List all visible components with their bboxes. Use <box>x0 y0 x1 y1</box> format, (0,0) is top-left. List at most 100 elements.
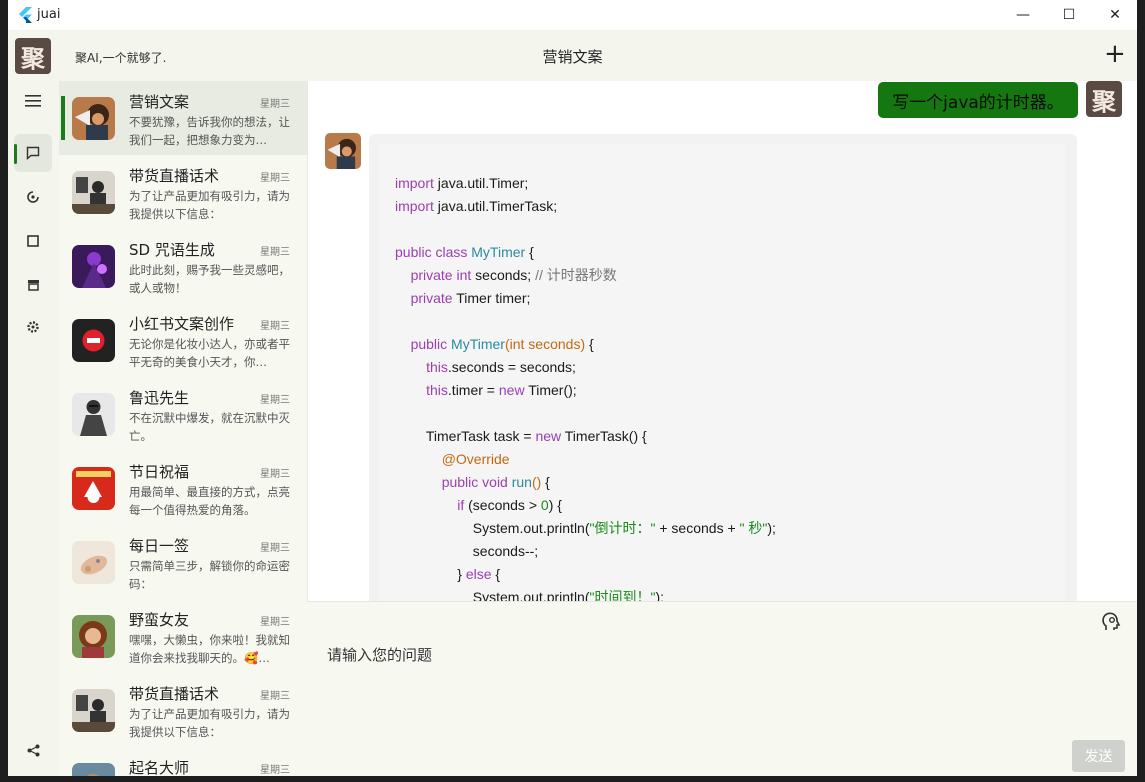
code-line-14: seconds--; <box>395 543 539 559</box>
code-text: import java.util.Timer; import java.util.… <box>395 172 776 601</box>
new-chat-button[interactable]: + <box>1104 39 1126 69</box>
chat-name: 起名大师 <box>129 759 190 776</box>
code-line-2: import java.util.TimerTask; <box>395 198 558 214</box>
chat-name: 带货直播话术 <box>129 685 220 703</box>
chat-avatar <box>72 763 115 776</box>
chat-item[interactable]: 每日一签 星期三 只需简单三步，解锁你的命运密码： <box>59 525 307 599</box>
title-bar: juai — ☐ ✕ <box>8 0 1137 30</box>
chat-avatar <box>72 467 115 510</box>
chat-avatar <box>72 615 115 658</box>
chat-avatar <box>72 171 115 214</box>
chat-day: 星期三 <box>260 247 290 258</box>
chat-day: 星期三 <box>260 173 290 184</box>
chat-preview: 为了让产品更加有吸引力，请为我提供以下信息： <box>129 189 290 221</box>
square-icon[interactable] <box>14 222 52 260</box>
chat-item[interactable]: 营销文案 星期三 不要犹豫，告诉我你的想法，让我们一起，把想象力变为… <box>59 81 307 155</box>
chat-name: 营销文案 <box>129 93 190 111</box>
code-line-12: if (seconds > 0) { <box>457 497 562 513</box>
settings-icon[interactable] <box>14 308 52 346</box>
chat-day: 星期三 <box>260 321 290 332</box>
selected-indicator <box>61 96 65 140</box>
chat-avatar <box>72 689 115 732</box>
code-line-5: private Timer timer; <box>410 290 531 306</box>
chat-item[interactable]: 起名大师 星期三 <box>59 747 307 776</box>
chat-item[interactable]: 小红书文案创作 星期三 无论你是化妆小达人，亦或者平平无奇的美食小天才，你… <box>59 303 307 377</box>
chat-avatar <box>72 97 115 140</box>
chat-preview: 嘿嘿，大懒虫，你来啦！我就知道你会来找我聊天的。🥰… <box>129 633 290 665</box>
share-icon[interactable] <box>14 731 52 769</box>
chat-preview: 只需简单三步，解锁你的命运密码： <box>129 559 290 591</box>
code-line-7: this.seconds = seconds; <box>426 359 576 375</box>
maximize-icon: ☐ <box>1062 7 1076 23</box>
chat-preview: 无论你是化妆小达人，亦或者平平无奇的美食小天才，你… <box>129 337 290 369</box>
send-button[interactable]: 发送 <box>1072 740 1125 772</box>
app-window: juai — ☐ ✕ 聚 聚AI,一个就够了. 营销文案 + 营销文案 星期三 … <box>8 0 1137 776</box>
code-block: import java.util.Timer; import java.util.… <box>379 144 1065 601</box>
store-icon[interactable] <box>14 266 52 304</box>
chat-preview: 此时此刻，赐予我一些灵感吧，或人或物！ <box>129 263 290 295</box>
code-line-4: private int seconds; // 计时器秒数 <box>410 267 617 283</box>
code-line-9: TimerTask task = new TimerTask() { <box>395 428 647 444</box>
close-icon: ✕ <box>1109 7 1121 23</box>
message-input[interactable]: 请输入您的问题 <box>327 644 432 665</box>
code-line-16: System.out.println("时间到！"); <box>395 589 665 601</box>
chat-day: 星期三 <box>260 469 290 480</box>
chat-name: 带货直播话术 <box>129 167 220 185</box>
brain-head-icon[interactable] <box>1101 612 1123 634</box>
close-button[interactable]: ✕ <box>1092 0 1137 30</box>
bot-avatar <box>325 133 361 169</box>
code-line-10: @Override <box>441 451 510 467</box>
chat-preview: 为了让产品更加有吸引力，请为我提供以下信息： <box>129 707 290 739</box>
flutter-logo-icon <box>19 7 32 23</box>
chat-day: 星期三 <box>260 691 290 702</box>
chat-day: 星期三 <box>260 765 290 776</box>
active-indicator <box>14 144 17 164</box>
code-line-6: public MyTimer(int seconds) { <box>410 336 594 352</box>
chat-item[interactable]: 带货直播话术 星期三 为了让产品更加有吸引力，请为我提供以下信息： <box>59 673 307 747</box>
chat-avatar <box>72 319 115 362</box>
chat-name: 鲁迅先生 <box>129 389 190 407</box>
chat-name: 每日一签 <box>129 537 190 555</box>
app-title: juai <box>37 7 61 22</box>
menu-icon[interactable] <box>14 82 52 120</box>
chat-name: 节日祝福 <box>129 463 190 481</box>
chat-avatar <box>72 393 115 436</box>
chat-avatar <box>72 245 115 288</box>
maximize-button[interactable]: ☐ <box>1046 0 1092 30</box>
chat-name: SD 咒语生成 <box>129 241 215 259</box>
chat-name: 小红书文案创作 <box>129 315 235 333</box>
code-line-15: } else { <box>395 566 501 582</box>
compose-area: 请输入您的问题 发送 <box>307 601 1137 776</box>
code-line-8: this.timer = new Timer(); <box>426 382 577 398</box>
chat-day: 星期三 <box>260 617 290 628</box>
chat-day: 星期三 <box>260 99 290 110</box>
page-title: 营销文案 <box>542 48 603 66</box>
code-line-1: import java.util.Timer; <box>395 175 529 191</box>
chat-item[interactable]: 野蛮女友 星期三 嘿嘿，大懒虫，你来啦！我就知道你会来找我聊天的。🥰… <box>59 599 307 673</box>
chat-list: 营销文案 星期三 不要犹豫，告诉我你的想法，让我们一起，把想象力变为… 带货直播… <box>59 81 307 776</box>
minimize-icon: — <box>1016 7 1030 23</box>
chat-icon[interactable] <box>14 134 52 172</box>
chat-preview: 用最简单、最直接的方式，点亮每一个值得热爱的角落。 <box>129 485 290 517</box>
chat-preview: 不要犹豫，告诉我你的想法，让我们一起，把想象力变为… <box>129 115 290 147</box>
minimize-button[interactable]: — <box>1000 0 1046 30</box>
code-line-3: public class MyTimer { <box>395 244 534 260</box>
chat-avatar <box>72 541 115 584</box>
chat-item[interactable]: SD 咒语生成 星期三 此时此刻，赐予我一些灵感吧，或人或物！ <box>59 229 307 303</box>
chat-item[interactable]: 节日祝福 星期三 用最简单、最直接的方式，点亮每一个值得热爱的角落。 <box>59 451 307 525</box>
user-avatar: 聚 <box>1086 81 1122 117</box>
nav-rail <box>8 81 59 776</box>
chat-name: 野蛮女友 <box>129 611 190 629</box>
chat-item[interactable]: 鲁迅先生 星期三 不在沉默中爆发，就在沉默中灭亡。 <box>59 377 307 451</box>
chat-day: 星期三 <box>260 395 290 406</box>
code-line-11: public void run() { <box>441 474 550 490</box>
refresh-icon[interactable] <box>14 178 52 216</box>
code-line-13: System.out.println("倒计时：" + seconds + " … <box>395 520 776 536</box>
chat-day: 星期三 <box>260 543 290 554</box>
app-header: 聚 聚AI,一个就够了. 营销文案 + <box>8 30 1137 81</box>
user-message-bubble: 写一个java的计时器。 <box>878 82 1078 118</box>
bot-message-bubble: import java.util.Timer; import java.util.… <box>369 134 1077 601</box>
chat-item[interactable]: 带货直播话术 星期三 为了让产品更加有吸引力，请为我提供以下信息： <box>59 155 307 229</box>
conversation-area: 写一个java的计时器。 聚 import java.util.Timer; im… <box>307 81 1137 601</box>
chat-preview: 不在沉默中爆发，就在沉默中灭亡。 <box>129 411 290 443</box>
